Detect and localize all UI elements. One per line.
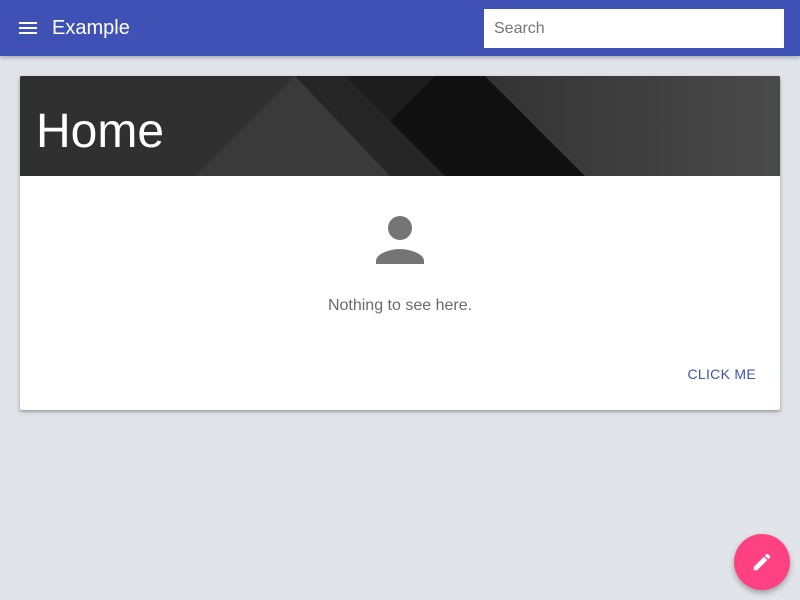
home-card: Home Nothing to see here. CLICK ME (20, 76, 780, 410)
app-bar: Example (0, 0, 800, 56)
edit-icon (753, 553, 771, 571)
app-title: Example (52, 16, 130, 39)
menu-icon (19, 22, 37, 34)
card-title: Home (36, 105, 165, 158)
empty-state-message: Nothing to see here. (327, 297, 473, 314)
click-me-button[interactable]: CLICK ME (677, 362, 766, 386)
menu-button[interactable] (0, 0, 56, 56)
card-header-image: Home (20, 76, 780, 176)
empty-state: Nothing to see here. (20, 204, 780, 315)
search-input[interactable] (484, 9, 784, 48)
person-icon (376, 216, 424, 264)
edit-fab-button[interactable] (734, 534, 790, 590)
